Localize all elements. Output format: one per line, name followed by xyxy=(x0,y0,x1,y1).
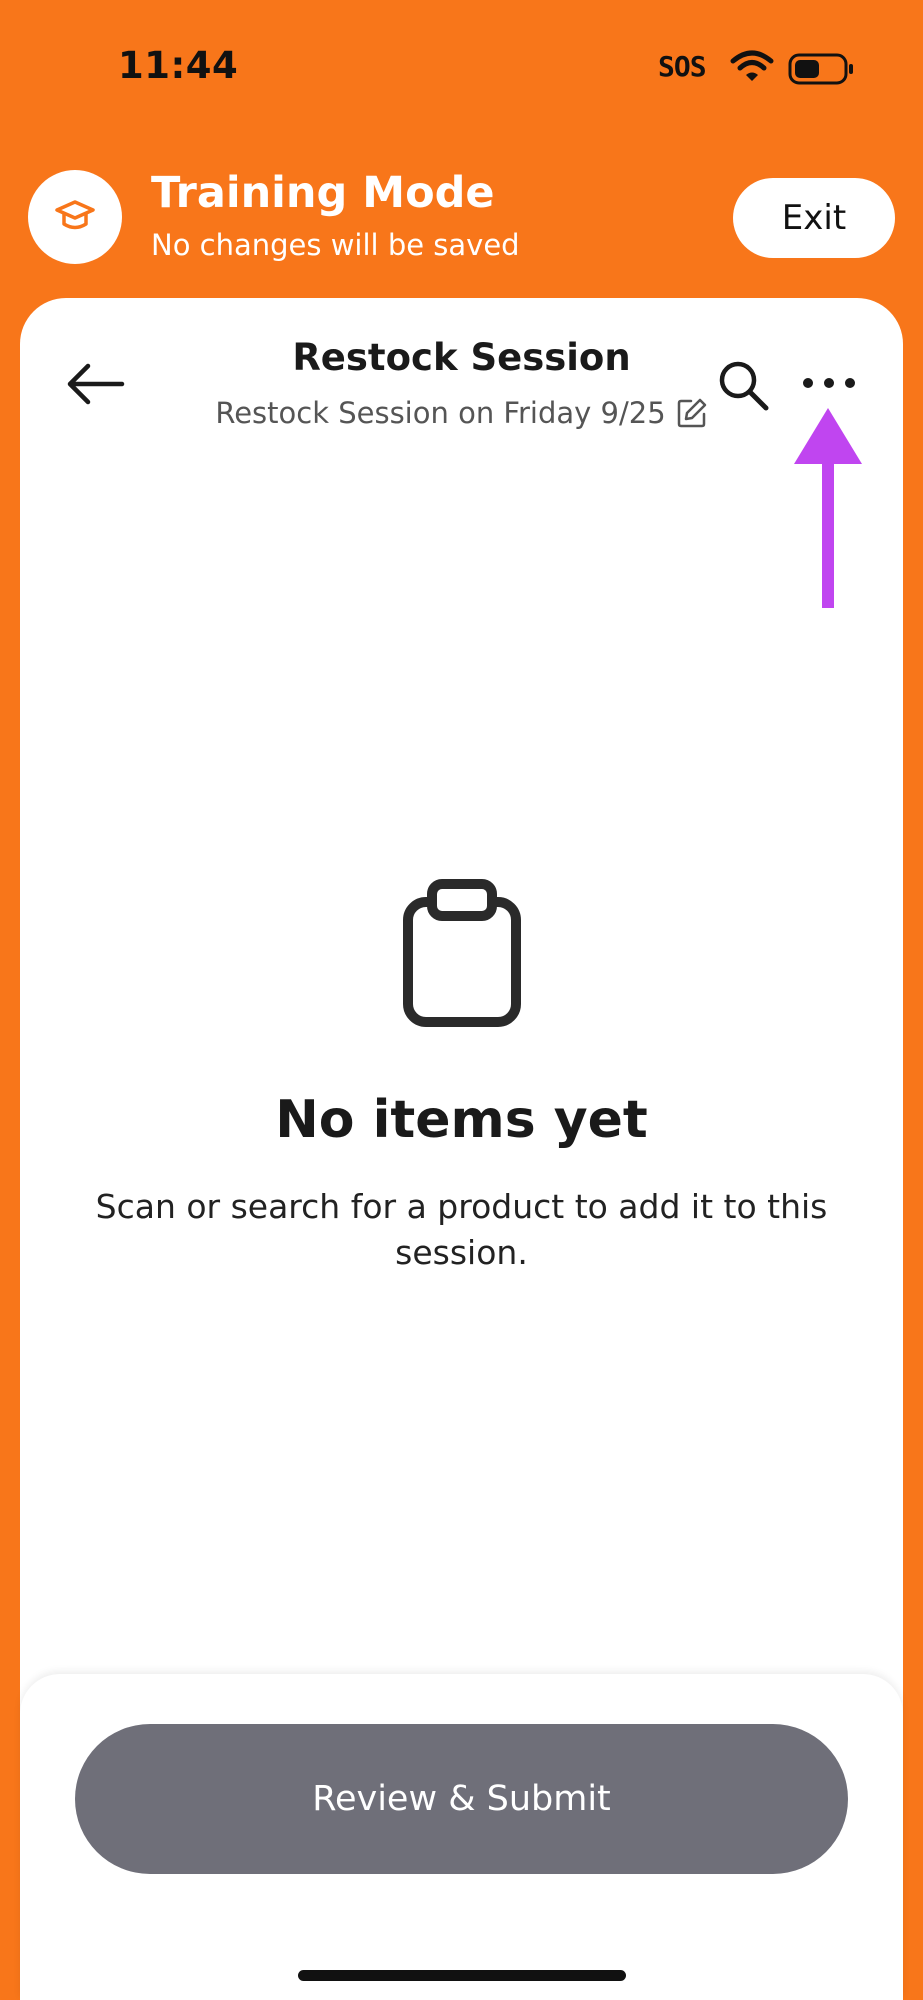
training-mode-banner: Training Mode No changes will be saved E… xyxy=(0,160,923,280)
home-indicator[interactable] xyxy=(298,1970,626,1981)
exit-training-button[interactable]: Exit xyxy=(733,178,895,258)
review-submit-button[interactable]: Review & Submit xyxy=(75,1724,848,1874)
status-bar: 11:44 SOS xyxy=(0,0,923,140)
more-horizontal-icon[interactable] xyxy=(800,368,858,398)
clipboard-icon xyxy=(402,879,521,1027)
empty-state-title: No items yet xyxy=(275,1090,648,1150)
bottom-action-panel: Review & Submit xyxy=(20,1674,903,2000)
arrow-up-icon xyxy=(794,408,862,608)
empty-state-description: Scan or search for a product to add it t… xyxy=(95,1187,828,1272)
training-badge xyxy=(28,170,122,264)
banner-title: Training Mode xyxy=(151,168,495,218)
pencil-edit-icon[interactable] xyxy=(676,397,708,429)
banner-subtitle: No changes will be saved xyxy=(151,228,520,262)
graduation-cap-icon xyxy=(55,200,95,230)
page-subtitle: Restock Session on Friday 9/25 xyxy=(215,396,666,430)
wifi-icon xyxy=(730,50,774,81)
battery-icon xyxy=(788,53,853,85)
status-carrier: SOS xyxy=(658,50,707,83)
search-icon[interactable] xyxy=(716,358,772,414)
empty-state: No items yet Scan or search for a produc… xyxy=(20,878,903,1276)
status-time: 11:44 xyxy=(118,44,239,87)
